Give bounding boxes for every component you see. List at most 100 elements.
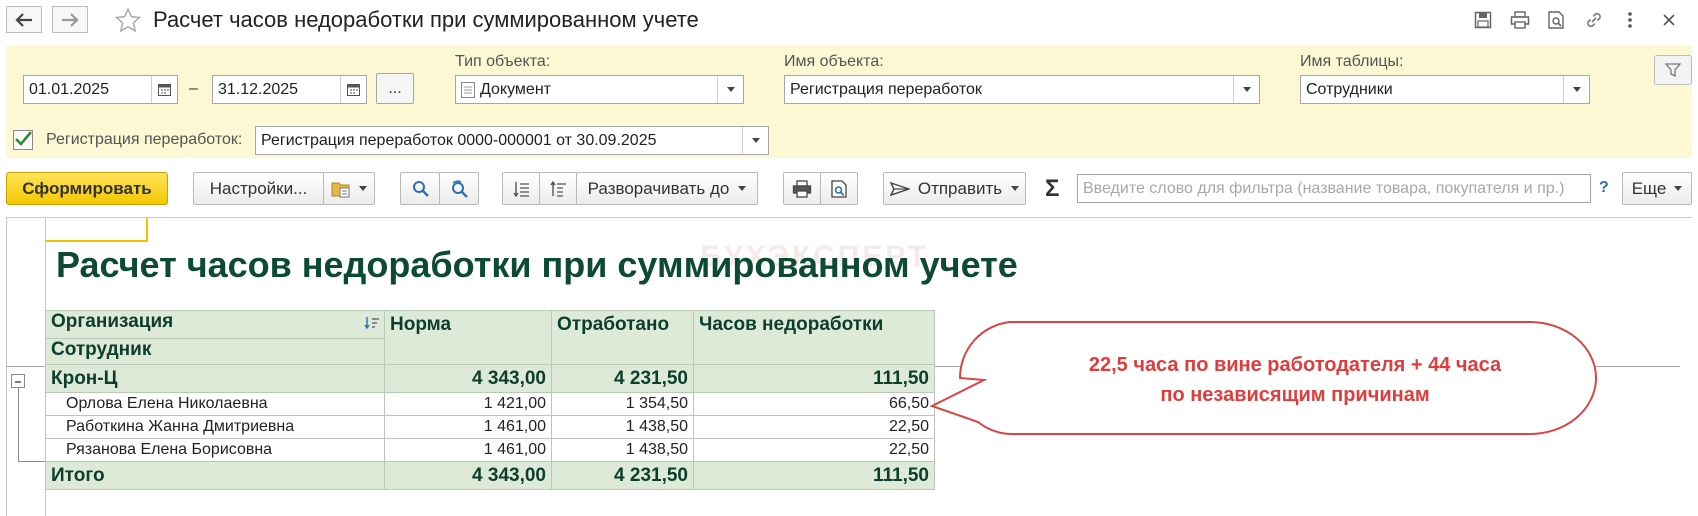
window-title: Расчет часов недоработки при суммированн… [153, 7, 699, 32]
table-name-select[interactable]: Сотрудники [1300, 75, 1590, 104]
print-icon[interactable] [1509, 9, 1531, 31]
report-table: Организация Норма Отработано Часов недор… [45, 310, 935, 490]
tree-line [18, 461, 45, 462]
chevron-down-icon[interactable] [1233, 76, 1259, 103]
print-preview-button[interactable] [820, 172, 858, 205]
employee-worked: 1 438,50 [551, 438, 694, 462]
table-row[interactable]: Рязанова Елена Борисовна 1 461,00 1 438,… [45, 438, 935, 462]
total-worked: 4 231,50 [551, 461, 694, 490]
callout-text: 22,5 часа по вине работодателя + 44 часа… [1060, 350, 1530, 410]
table-row[interactable]: Работкина Жанна Дмитриевна 1 461,00 1 43… [45, 415, 935, 439]
object-name-label: Имя объекта: [784, 53, 884, 70]
date-to-value: 31.12.2025 [218, 80, 299, 98]
object-name-select[interactable]: Регистрация переработок [784, 75, 1260, 104]
registration-select[interactable]: Регистрация переработок 0000-000001 от 3… [255, 126, 769, 155]
forward-icon [62, 12, 79, 27]
selected-cell [46, 218, 148, 242]
group-shortfall: 111,50 [693, 364, 935, 393]
print-button[interactable] [783, 172, 821, 205]
chevron-down-icon [738, 186, 747, 191]
funnel-icon [1665, 63, 1681, 77]
find-button[interactable] [400, 172, 440, 205]
employee-name: Рязанова Елена Борисовна [45, 438, 385, 462]
employee-shortfall: 66,50 [693, 392, 935, 416]
table-name-label: Имя таблицы: [1300, 53, 1404, 70]
back-button[interactable] [6, 6, 42, 33]
registration-checkbox[interactable] [13, 130, 33, 150]
save-icon[interactable] [1472, 9, 1494, 31]
period-select-button[interactable]: ... [376, 73, 414, 104]
send-button[interactable]: Отправить [883, 172, 1026, 205]
checkmark-icon [15, 131, 32, 146]
more-label: Еще [1631, 178, 1667, 198]
employee-norm: 1 421,00 [384, 392, 552, 416]
object-type-value: Документ [480, 80, 551, 98]
settings-label: Настройки... [209, 178, 308, 198]
expand-to-button[interactable]: Разворачивать до [576, 172, 758, 205]
tree-line [18, 388, 19, 462]
employee-name: Работкина Жанна Дмитриевна [45, 415, 385, 439]
calendar-icon[interactable] [340, 76, 366, 103]
employee-norm: 1 461,00 [384, 438, 552, 462]
collapse-group-toggle[interactable] [11, 374, 25, 388]
employee-worked: 1 438,50 [551, 415, 694, 439]
header-norm[interactable]: Норма [384, 310, 552, 365]
chevron-down-icon[interactable] [717, 76, 743, 103]
chevron-down-icon [1674, 186, 1683, 191]
group-name: Крон-Ц [45, 364, 385, 393]
forward-button[interactable] [52, 6, 88, 33]
list-collapse-icon [513, 181, 529, 197]
employee-norm: 1 461,00 [384, 415, 552, 439]
registration-value: Регистрация переработок 0000-000001 от 3… [261, 131, 657, 149]
back-icon [15, 12, 32, 27]
link-icon[interactable] [1583, 9, 1605, 31]
find-next-button[interactable] [439, 172, 479, 205]
group-worked: 4 231,50 [551, 364, 694, 393]
close-icon[interactable] [1658, 9, 1680, 31]
employee-shortfall: 22,50 [693, 438, 935, 462]
sort-icon[interactable] [364, 316, 380, 330]
send-label: Отправить [917, 178, 1003, 198]
generate-button[interactable]: Сформировать [6, 172, 168, 205]
header-organization[interactable]: Организация [45, 310, 385, 339]
more-vert-icon[interactable] [1619, 9, 1641, 31]
settings-button[interactable]: Настройки... [193, 172, 324, 205]
total-row[interactable]: Итого 4 343,00 4 231,50 111,50 [45, 461, 935, 490]
registration-label: Регистрация переработок: [46, 131, 243, 148]
preview-icon[interactable] [1545, 9, 1567, 31]
variants-button[interactable] [323, 172, 375, 205]
search-icon [412, 181, 429, 197]
header-worked[interactable]: Отработано [551, 310, 694, 365]
object-type-select[interactable]: Документ [455, 75, 744, 104]
list-expand-icon [550, 180, 566, 197]
chevron-down-icon[interactable] [742, 127, 768, 154]
collapse-all-button[interactable] [502, 172, 540, 205]
callout-line-1: 22,5 часа по вине работодателя + 44 часа [1088, 354, 1502, 376]
filter-settings-button[interactable] [1654, 55, 1692, 85]
folder-settings-icon [331, 182, 350, 197]
date-from-field[interactable]: 01.01.2025 [23, 75, 178, 104]
search-next-icon [452, 179, 468, 198]
chevron-down-icon[interactable] [1563, 76, 1589, 103]
header-shortfall[interactable]: Часов недоработки [693, 310, 935, 365]
report-title: Расчет часов недоработки при суммированн… [56, 244, 1018, 285]
star-icon[interactable] [114, 7, 142, 35]
date-to-field[interactable]: 31.12.2025 [212, 75, 367, 104]
group-row[interactable]: Крон-Ц 4 343,00 4 231,50 111,50 [45, 364, 935, 393]
minus-icon [15, 381, 21, 383]
expand-all-button[interactable] [539, 172, 577, 205]
date-separator: – [189, 80, 198, 97]
help-link[interactable]: ? [1599, 179, 1609, 197]
calendar-icon[interactable] [151, 76, 177, 103]
employee-worked: 1 354,50 [551, 392, 694, 416]
group-norm: 4 343,00 [384, 364, 552, 393]
object-type-label: Тип объекта: [455, 53, 551, 70]
report-search-input[interactable]: Введите слово для фильтра (название това… [1077, 174, 1591, 203]
callout-line-2: по независящим причинам [1160, 384, 1430, 406]
sum-button[interactable]: Σ [1045, 175, 1059, 203]
table-name-value: Сотрудники [1306, 80, 1393, 98]
header-employee[interactable]: Сотрудник [45, 338, 385, 365]
expand-to-label: Разворачивать до [587, 178, 730, 198]
table-row[interactable]: Орлова Елена Николаевна 1 421,00 1 354,5… [45, 392, 935, 416]
more-button[interactable]: Еще [1622, 172, 1692, 205]
